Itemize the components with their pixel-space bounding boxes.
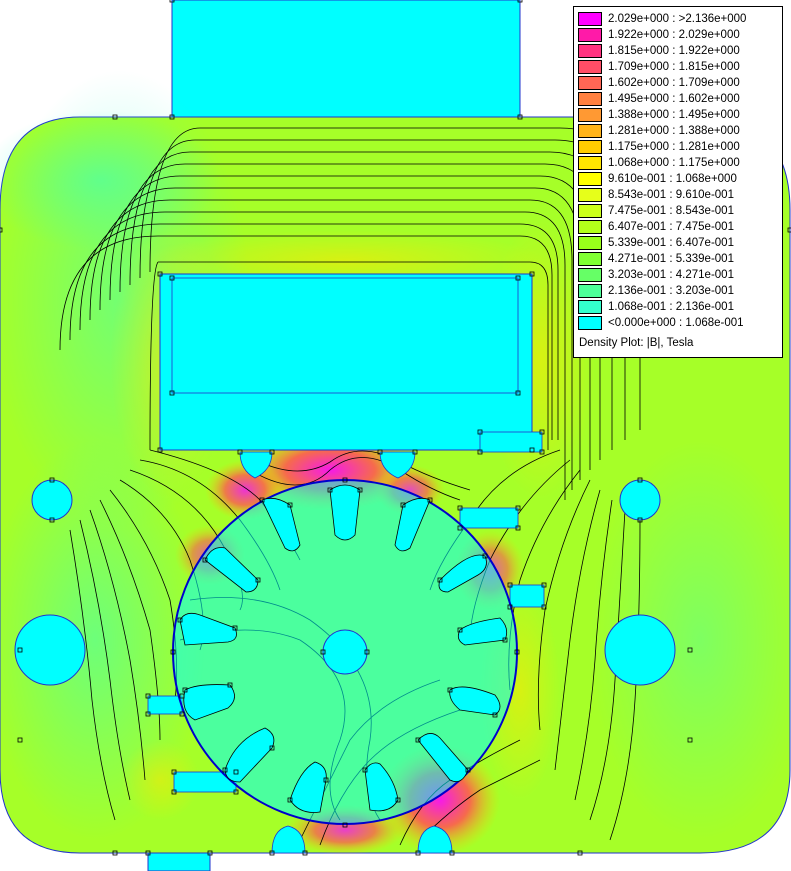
legend-swatch bbox=[578, 156, 602, 170]
legend-entry: 7.475e-001 : 8.543e-001 bbox=[578, 203, 734, 219]
legend-entry: 1.815e+000 : 1.922e+000 bbox=[578, 43, 740, 59]
legend-swatch bbox=[578, 268, 602, 282]
legend-entry: 6.407e-001 : 7.475e-001 bbox=[578, 219, 734, 235]
legend-entry: 1.709e+000 : 1.815e+000 bbox=[578, 59, 740, 75]
legend-entry: 4.271e-001 : 5.339e-001 bbox=[578, 251, 734, 267]
legend-label: 7.475e-001 : 8.543e-001 bbox=[608, 205, 734, 217]
legend-entry: 1.922e+000 : 2.029e+000 bbox=[578, 27, 740, 43]
rotor-shaft bbox=[322, 629, 368, 675]
legend-entry: 1.495e+000 : 1.602e+000 bbox=[578, 91, 740, 107]
top-flange bbox=[171, 0, 521, 118]
legend-swatch bbox=[578, 204, 602, 218]
legend-label: 1.602e+000 : 1.709e+000 bbox=[608, 77, 740, 89]
legend-swatch bbox=[578, 124, 602, 138]
legend-label: 5.339e-001 : 6.407e-001 bbox=[608, 237, 734, 249]
legend-label: 3.203e-001 : 4.271e-001 bbox=[608, 269, 734, 281]
legend-entry: 9.610e-001 : 1.068e+000 bbox=[578, 171, 737, 187]
legend-swatch bbox=[578, 300, 602, 314]
legend-label: 8.543e-001 : 9.610e-001 bbox=[608, 189, 734, 201]
legend-entry: <0.000e+000 : 1.068e-001 bbox=[578, 315, 744, 331]
legend-swatch bbox=[578, 108, 602, 122]
legend-entry: 5.339e-001 : 6.407e-001 bbox=[578, 235, 734, 251]
bottom-flange bbox=[147, 852, 211, 871]
legend-entry: 1.281e+000 : 1.388e+000 bbox=[578, 123, 740, 139]
rotor bbox=[172, 479, 518, 825]
legend-swatch bbox=[578, 60, 602, 74]
legend-entry: 1.068e+000 : 1.175e+000 bbox=[578, 155, 740, 171]
legend-swatch bbox=[578, 252, 602, 266]
legend-label: 1.709e+000 : 1.815e+000 bbox=[608, 61, 740, 73]
legend-swatch bbox=[578, 28, 602, 42]
legend-entry: 8.543e-001 : 9.610e-001 bbox=[578, 187, 734, 203]
legend-swatch bbox=[578, 92, 602, 106]
legend-label: 1.068e-001 : 2.136e-001 bbox=[608, 301, 734, 313]
legend-entry: 1.602e+000 : 1.709e+000 bbox=[578, 75, 740, 91]
legend-label: 1.388e+000 : 1.495e+000 bbox=[608, 109, 740, 121]
legend-swatch bbox=[578, 188, 602, 202]
legend-swatch bbox=[578, 44, 602, 58]
legend-swatch bbox=[578, 220, 602, 234]
legend-label: <0.000e+000 : 1.068e-001 bbox=[608, 317, 744, 329]
legend-label: 1.175e+000 : 1.281e+000 bbox=[608, 141, 740, 153]
density-legend: 2.029e+000 : >2.136e+000 1.922e+000 : 2.0… bbox=[573, 6, 783, 358]
legend-swatch bbox=[578, 316, 602, 330]
legend-label: 1.922e+000 : 2.029e+000 bbox=[608, 29, 740, 41]
legend-swatch bbox=[578, 140, 602, 154]
legend-swatch bbox=[578, 236, 602, 250]
legend-swatch bbox=[578, 76, 602, 90]
legend-title: Density Plot: |B|, Tesla bbox=[579, 337, 694, 349]
legend-entry: 2.136e-001 : 3.203e-001 bbox=[578, 283, 734, 299]
legend-entry: 1.388e+000 : 1.495e+000 bbox=[578, 107, 740, 123]
legend-label: 1.068e+000 : 1.175e+000 bbox=[608, 157, 740, 169]
legend-entry: 3.203e-001 : 4.271e-001 bbox=[578, 267, 734, 283]
legend-entry: 2.029e+000 : >2.136e+000 bbox=[578, 11, 746, 27]
fem-viewport[interactable]: 2.029e+000 : >2.136e+000 1.922e+000 : 2.0… bbox=[0, 0, 791, 871]
legend-label: 4.271e-001 : 5.339e-001 bbox=[608, 253, 734, 265]
legend-swatch bbox=[578, 12, 602, 26]
legend-label: 2.029e+000 : >2.136e+000 bbox=[608, 13, 747, 25]
legend-label: 1.281e+000 : 1.388e+000 bbox=[608, 125, 740, 137]
legend-entry: 1.068e-001 : 2.136e-001 bbox=[578, 299, 734, 315]
legend-label: 2.136e-001 : 3.203e-001 bbox=[608, 285, 734, 297]
upper-window bbox=[159, 273, 533, 451]
legend-entry: 1.175e+000 : 1.281e+000 bbox=[578, 139, 740, 155]
legend-swatch bbox=[578, 284, 602, 298]
legend-label: 1.815e+000 : 1.922e+000 bbox=[608, 45, 740, 57]
legend-label: 6.407e-001 : 7.475e-001 bbox=[608, 221, 734, 233]
legend-label: 9.610e-001 : 1.068e+000 bbox=[608, 173, 737, 185]
legend-label: 1.495e+000 : 1.602e+000 bbox=[608, 93, 740, 105]
legend-swatch bbox=[578, 172, 602, 186]
